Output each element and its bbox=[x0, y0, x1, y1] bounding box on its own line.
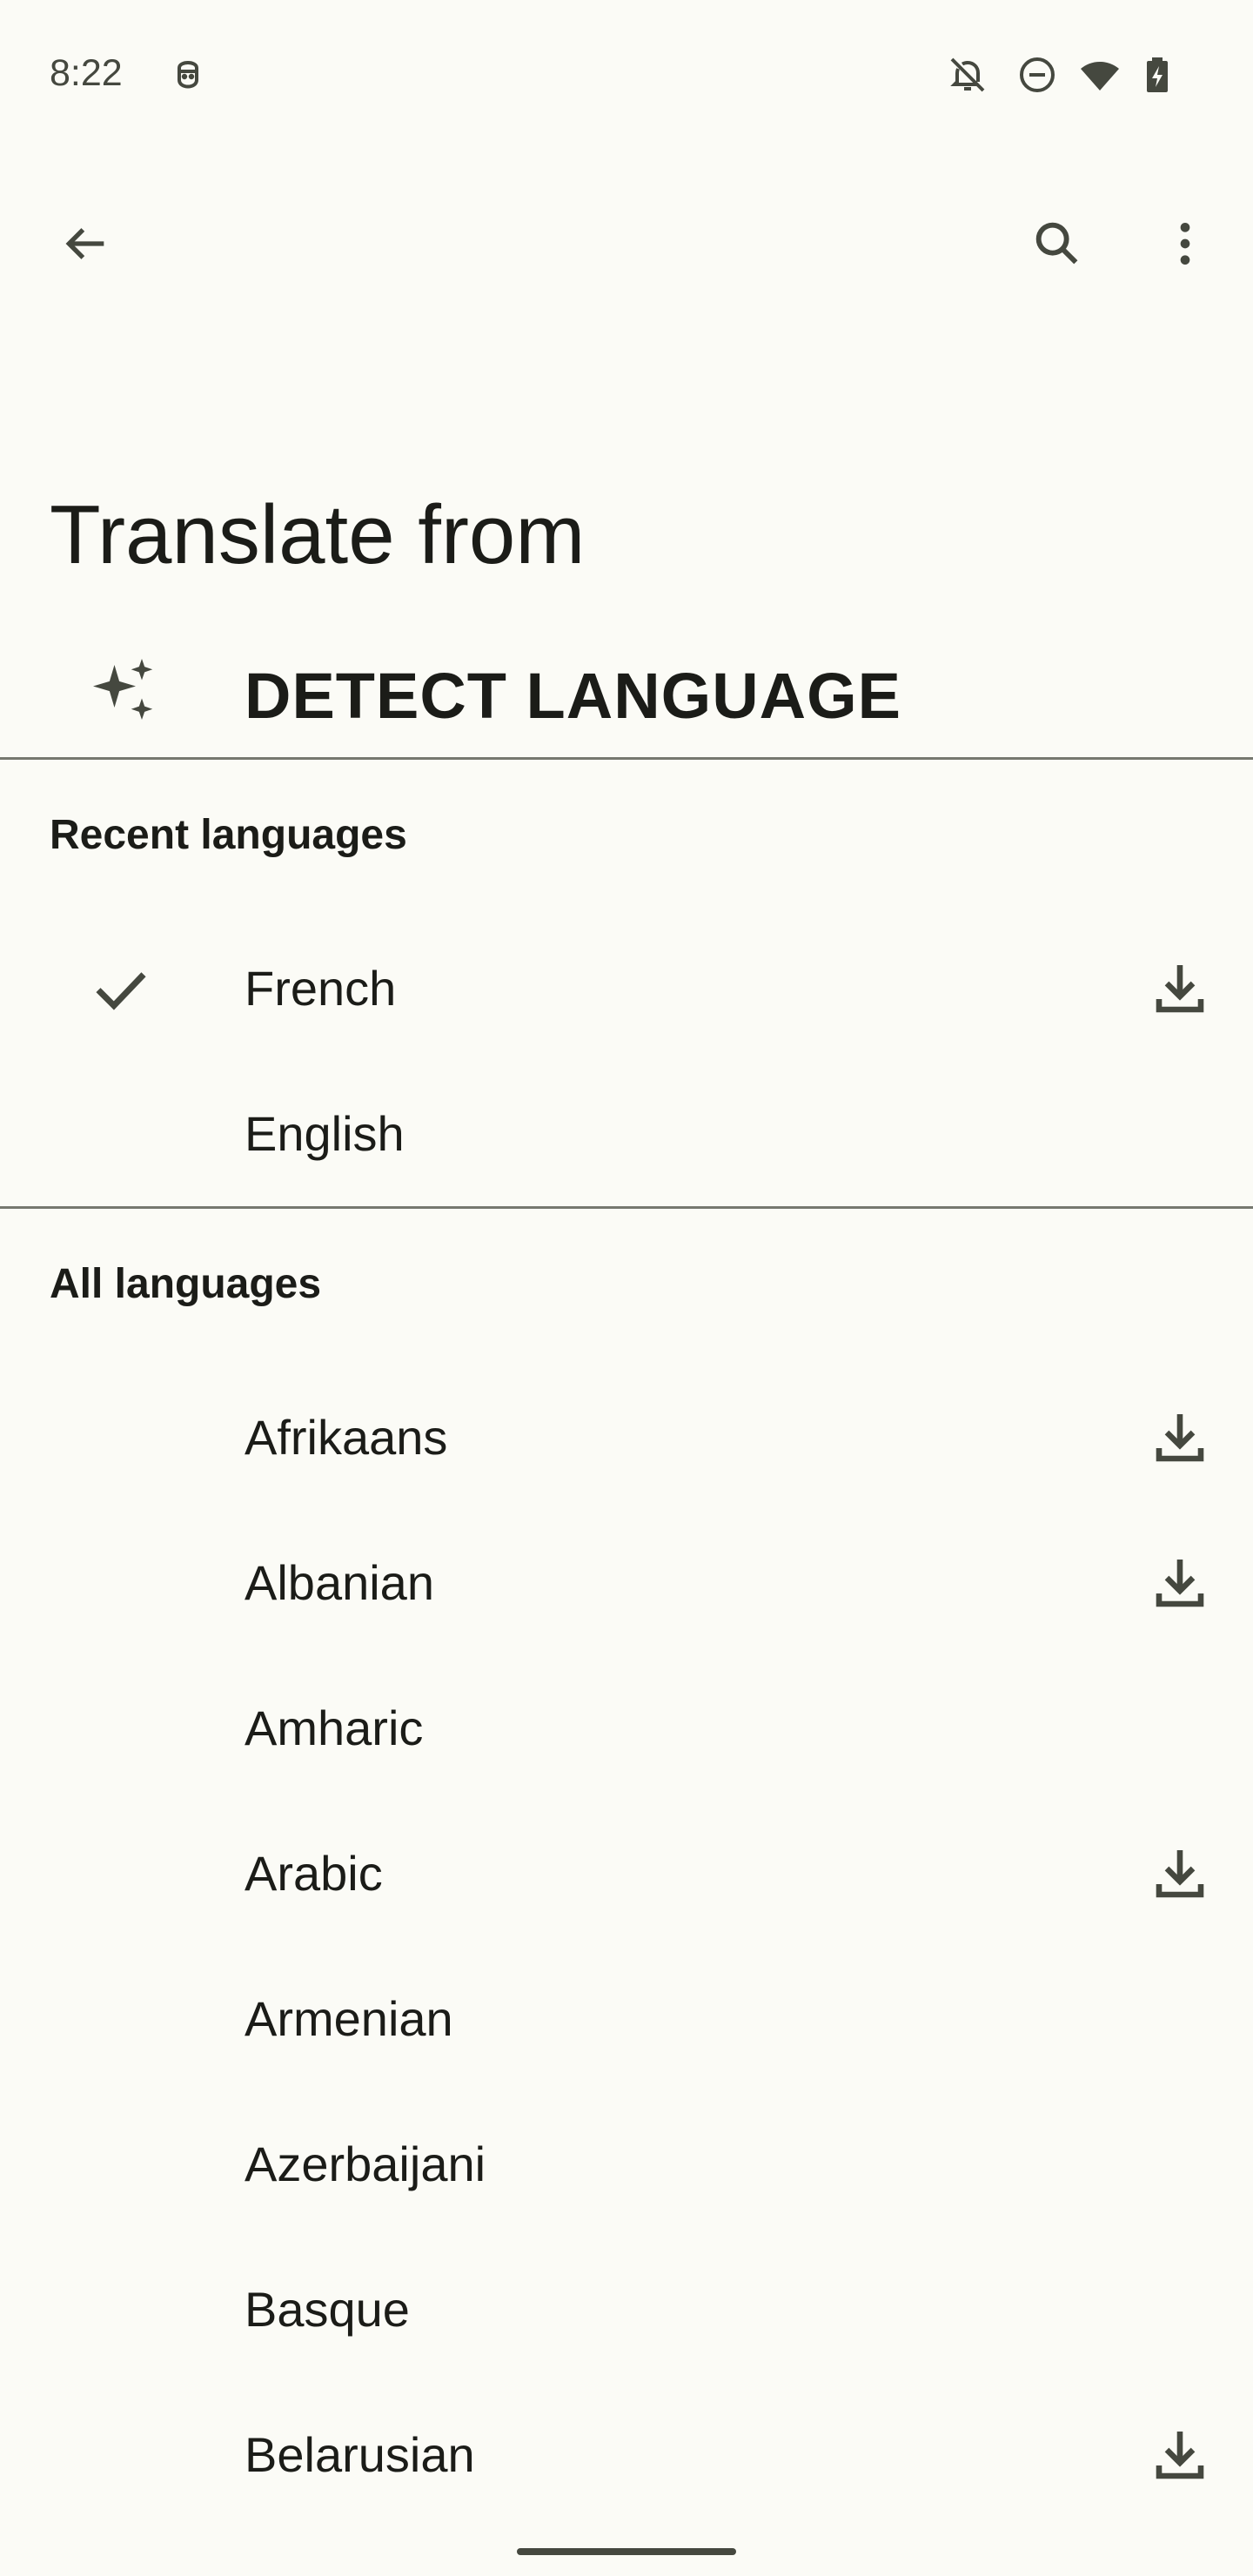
language-name: English bbox=[245, 1105, 405, 1161]
language-row-basque[interactable]: Basque bbox=[0, 2237, 1253, 2382]
language-row-belarusian[interactable]: Belarusian bbox=[0, 2382, 1253, 2527]
download-icon[interactable] bbox=[1149, 957, 1211, 1020]
wifi-icon bbox=[1079, 54, 1121, 96]
language-name: Amharic bbox=[245, 1700, 424, 1755]
language-row-armenian[interactable]: Armenian bbox=[0, 1946, 1253, 2091]
download-icon[interactable] bbox=[1149, 1406, 1211, 1469]
language-row-afrikaans[interactable]: Afrikaans bbox=[0, 1365, 1253, 1510]
recent-languages-header: Recent languages bbox=[50, 812, 407, 858]
language-row-azerbaijani[interactable]: Azerbaijani bbox=[0, 2091, 1253, 2237]
download-icon[interactable] bbox=[1149, 2424, 1211, 2486]
download-icon[interactable] bbox=[1149, 1842, 1211, 1905]
language-name: Armenian bbox=[245, 1990, 453, 2046]
all-languages-header: All languages bbox=[50, 1261, 322, 1307]
language-row-english[interactable]: English bbox=[0, 1061, 1253, 1206]
language-name: Azerbaijani bbox=[245, 2136, 486, 2191]
language-name: Arabic bbox=[245, 1845, 383, 1901]
language-name: Albanian bbox=[245, 1554, 434, 1610]
status-bar: 8:22 bbox=[0, 0, 1253, 148]
more-vert-icon[interactable] bbox=[1142, 200, 1229, 287]
language-name: Belarusian bbox=[245, 2426, 475, 2482]
status-time: 8:22 bbox=[50, 52, 123, 94]
language-name: Basque bbox=[245, 2281, 410, 2337]
sparkle-icon bbox=[87, 653, 160, 726]
download-icon[interactable] bbox=[1149, 1552, 1211, 1614]
divider bbox=[0, 1206, 1253, 1209]
page-title: Translate from bbox=[50, 488, 586, 581]
search-icon[interactable] bbox=[1014, 200, 1101, 287]
language-row-amharic[interactable]: Amharic bbox=[0, 1655, 1253, 1801]
divider bbox=[0, 757, 1253, 760]
check-icon bbox=[87, 955, 155, 1023]
app-bar bbox=[0, 200, 1253, 296]
back-arrow-icon[interactable] bbox=[42, 200, 129, 287]
detect-language-label: DETECT LANGUAGE bbox=[245, 660, 901, 732]
do-not-disturb-icon bbox=[1016, 54, 1058, 96]
language-name: Afrikaans bbox=[245, 1409, 448, 1465]
bell-off-icon bbox=[947, 54, 988, 96]
language-row-arabic[interactable]: Arabic bbox=[0, 1801, 1253, 1946]
language-row-albanian[interactable]: Albanian bbox=[0, 1510, 1253, 1655]
gesture-nav-handle[interactable] bbox=[517, 2548, 736, 2555]
detect-language-row[interactable]: DETECT LANGUAGE bbox=[0, 627, 1253, 757]
language-name: French bbox=[245, 960, 397, 1016]
assistant-face-icon bbox=[167, 54, 209, 96]
language-row-french[interactable]: French bbox=[0, 916, 1253, 1061]
battery-charging-icon bbox=[1136, 54, 1178, 96]
